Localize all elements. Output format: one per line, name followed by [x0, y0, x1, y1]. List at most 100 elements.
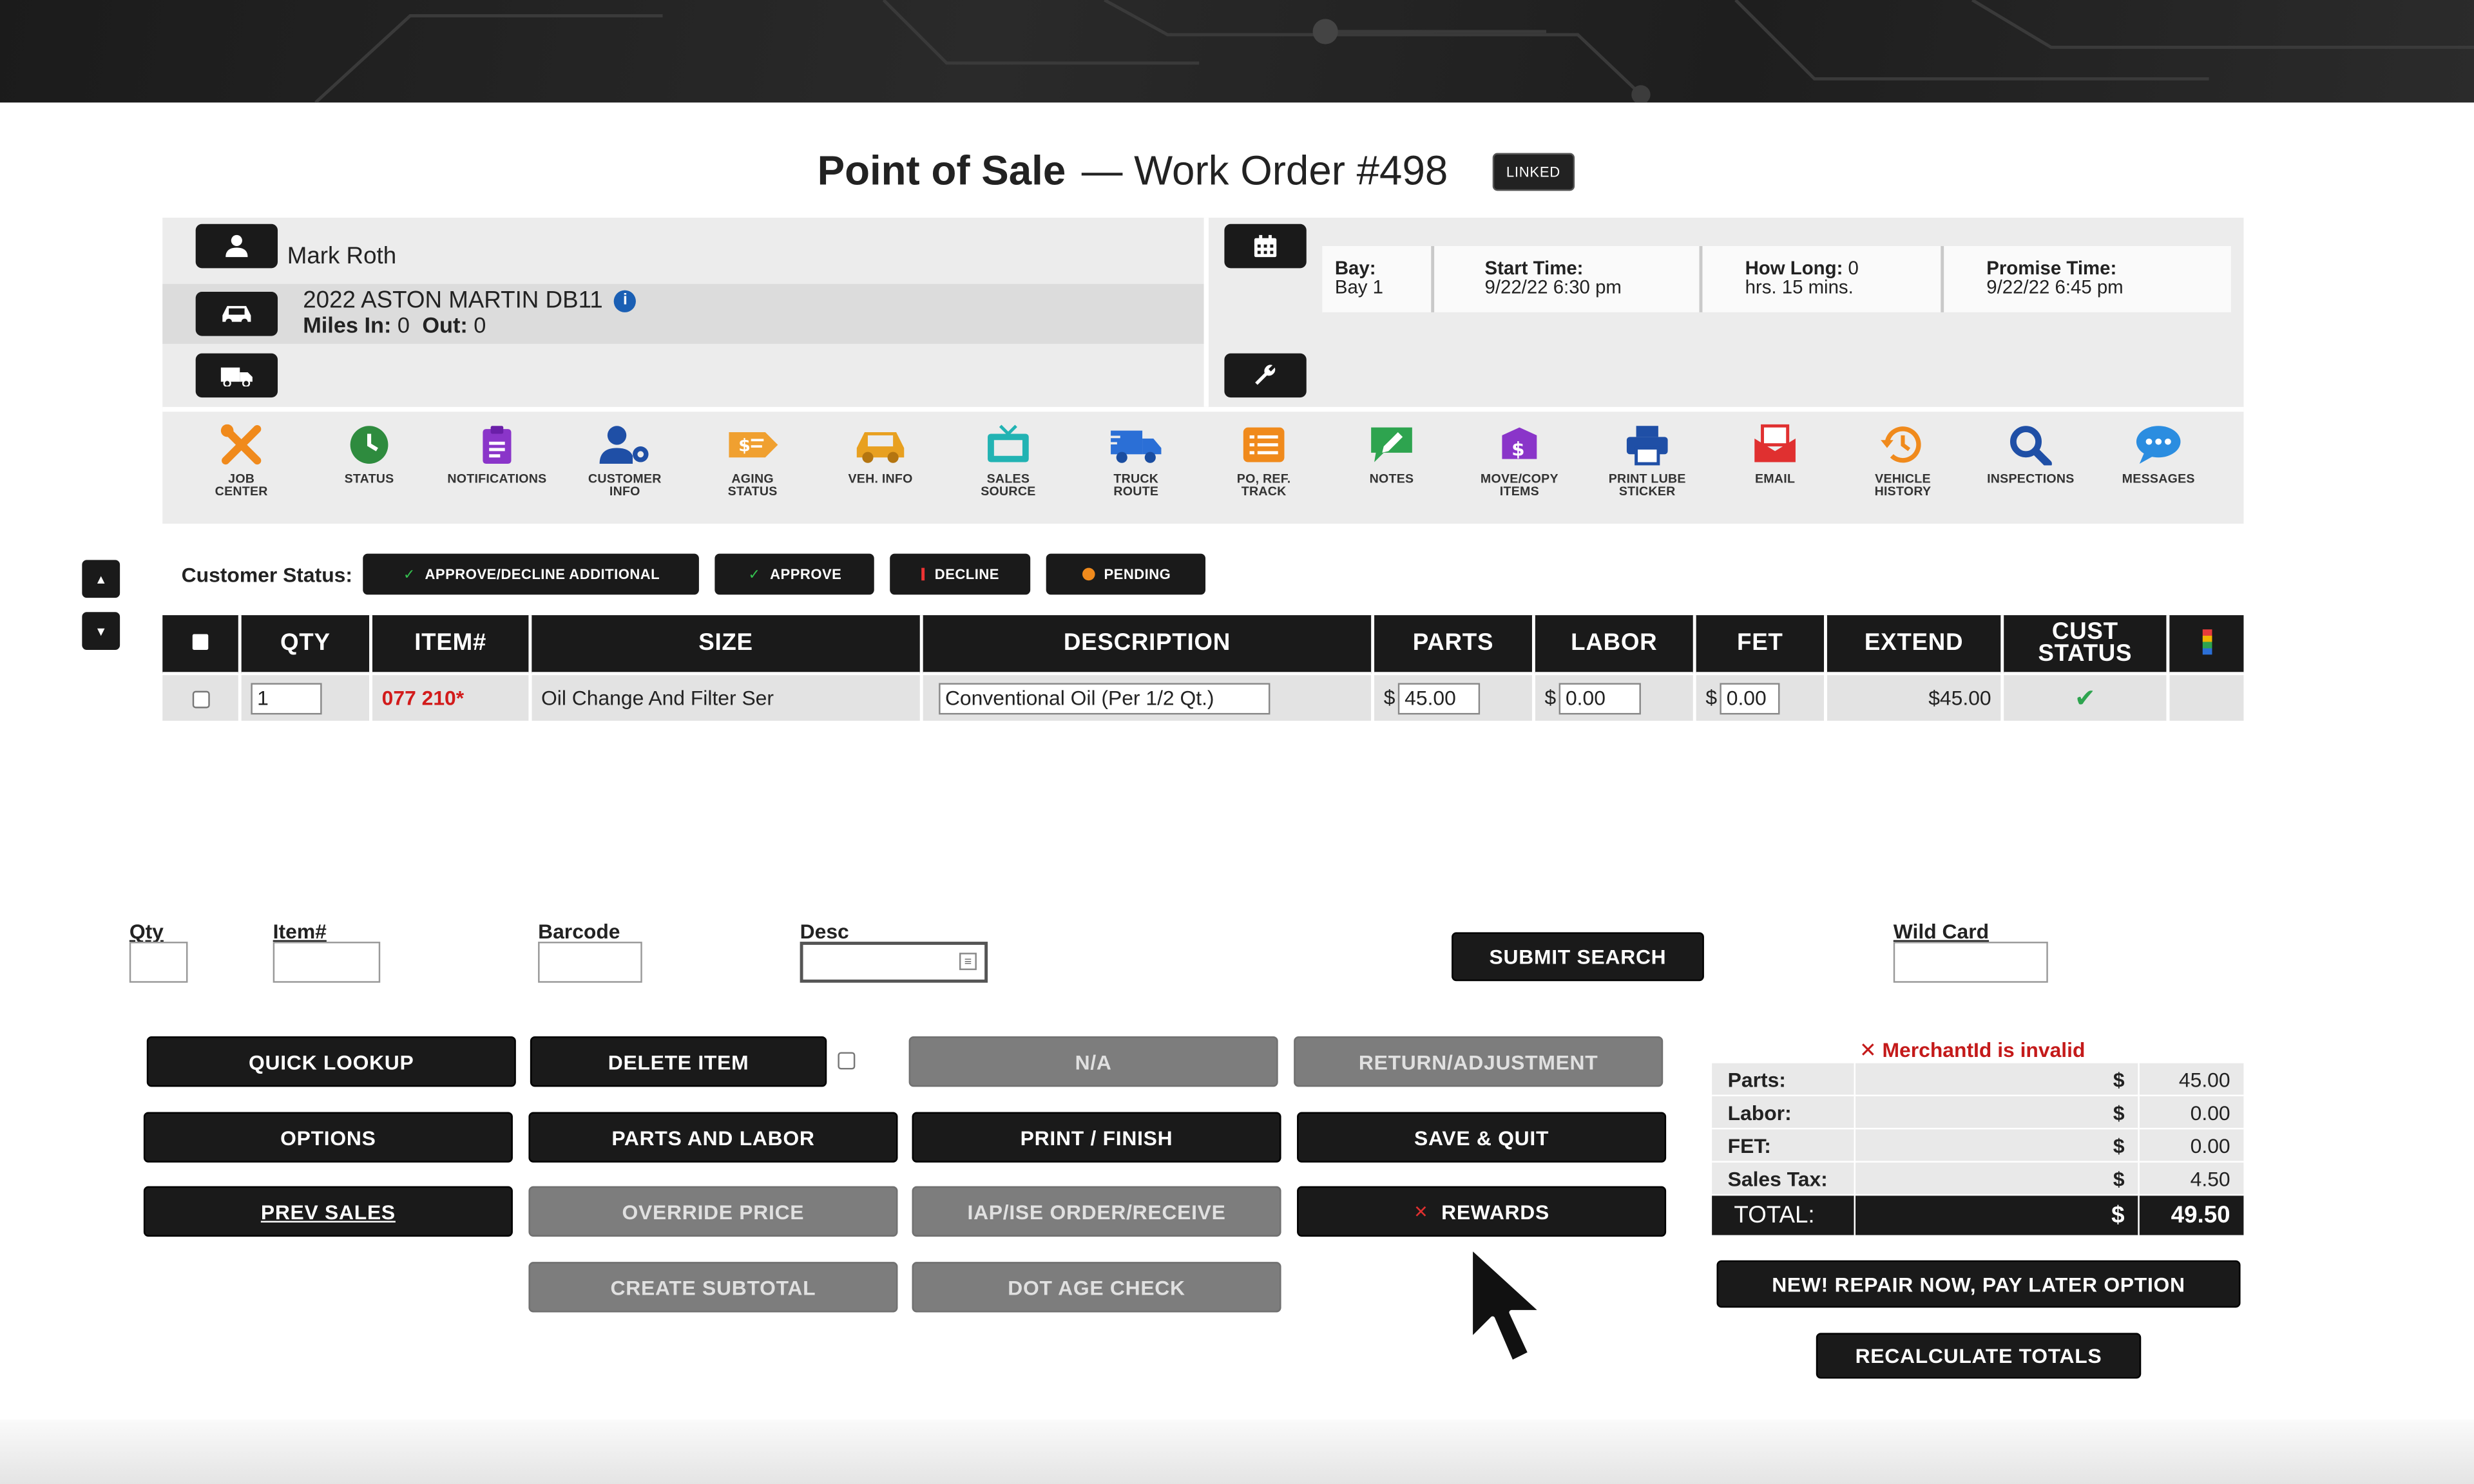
mouse-cursor-icon: [1468, 1244, 1546, 1365]
tv-icon: [988, 424, 1029, 462]
column-header-extend[interactable]: EXTEND: [1825, 615, 2004, 674]
override-price-button[interactable]: OVERRIDE PRICE: [528, 1186, 898, 1237]
toolbar-notifications[interactable]: NOTIFICATIONS: [426, 424, 568, 486]
scroll-up-button[interactable]: ▲: [82, 560, 120, 598]
toolbar-vehicle-history[interactable]: VEHICLE HISTORY: [1832, 424, 1973, 499]
user-gear-icon: [599, 426, 649, 464]
totals-label: FET:: [1712, 1128, 1855, 1162]
options-button[interactable]: OPTIONS: [143, 1112, 513, 1163]
work-order-number: — Work Order #498: [1081, 146, 1448, 195]
column-options-header[interactable]: [2167, 615, 2244, 674]
qty-input[interactable]: 1: [251, 682, 322, 714]
column-header-fet[interactable]: FET: [1694, 615, 1827, 674]
recalculate-totals-button[interactable]: RECALCULATE TOTALS: [1816, 1333, 2142, 1379]
bottom-bar: [0, 1420, 2474, 1484]
labor-price-input[interactable]: 0.00: [1559, 682, 1642, 714]
row-checkbox[interactable]: [191, 690, 209, 709]
toolbar-notes[interactable]: NOTES: [1321, 424, 1462, 486]
scroll-down-button[interactable]: ▼: [82, 612, 120, 650]
quick-lookup-button[interactable]: QUICK LOOKUP: [146, 1036, 516, 1087]
na-button[interactable]: N/A: [908, 1036, 1278, 1087]
vehicle-button[interactable]: [195, 292, 278, 336]
miles-out-label: Out:: [422, 312, 468, 338]
column-header-qty[interactable]: QTY: [240, 615, 372, 674]
item-number[interactable]: 077 210*: [382, 686, 465, 710]
service-button[interactable]: [1224, 353, 1307, 398]
toolbar-truck-route[interactable]: TRUCK ROUTE: [1065, 424, 1207, 499]
print-finish-button[interactable]: PRINT / FINISH: [912, 1112, 1281, 1163]
dollar-sign: $: [1383, 684, 1395, 709]
rewards-button[interactable]: ✕ REWARDS: [1297, 1186, 1667, 1237]
info-icon[interactable]: i: [614, 290, 637, 312]
toolbar-label: VEHICLE HISTORY: [1874, 471, 1932, 499]
item-search-input[interactable]: [273, 942, 381, 983]
iap-ise-order-receive-button[interactable]: IAP/ISE ORDER/RECEIVE: [912, 1186, 1281, 1237]
description-input[interactable]: Conventional Oil (Per 1/2 Qt.): [939, 682, 1271, 714]
delete-item-button[interactable]: DELETE ITEM: [530, 1036, 827, 1087]
parts-and-labor-button[interactable]: PARTS AND LABOR: [528, 1112, 898, 1163]
totals-value: 45.00: [2138, 1061, 2245, 1096]
toolbar-vehicle-info[interactable]: VEH. INFO: [809, 424, 951, 486]
customer-button[interactable]: [195, 224, 278, 269]
approve-decline-additional-button[interactable]: ✓ APPROVE/DECLINE ADDITIONAL: [363, 553, 700, 595]
barcode-search-input[interactable]: [538, 942, 642, 983]
vehicle-description[interactable]: 2022 ASTON MARTIN DB11: [303, 287, 602, 314]
select-all-checkbox[interactable]: [192, 634, 209, 650]
toolbar-aging-status[interactable]: $ AGING STATUS: [682, 424, 823, 499]
pending-button[interactable]: PENDING: [1046, 553, 1206, 595]
toolbar-label: AGING STATUS: [727, 471, 778, 499]
toolbar-inspections[interactable]: INSPECTIONS: [1960, 424, 2102, 486]
chat-icon: [2136, 426, 2181, 464]
prev-sales-button[interactable]: PREV SALES: [143, 1186, 513, 1237]
calendar-button[interactable]: [1224, 224, 1307, 269]
dot-age-check-button[interactable]: DOT AGE CHECK: [912, 1262, 1281, 1313]
create-subtotal-button[interactable]: CREATE SUBTOTAL: [528, 1262, 898, 1313]
decline-button[interactable]: DECLINE: [890, 553, 1031, 595]
work-order-info-panel: Mark Roth 2022 ASTON MARTIN DB11 i Miles…: [162, 217, 2244, 407]
bay-value: Bay 1: [1334, 276, 1383, 298]
toolbar-job-center[interactable]: JOB CENTER: [170, 424, 312, 499]
fet-input[interactable]: 0.00: [1720, 682, 1781, 714]
column-header-description[interactable]: DESCRIPTION: [921, 615, 1375, 674]
toolbar-email[interactable]: EMAIL: [1704, 424, 1846, 486]
qty-search-input[interactable]: [129, 942, 188, 983]
field-options-icon[interactable]: ≡: [959, 953, 977, 971]
toolbar-print-lube-sticker[interactable]: PRINT LUBE STICKER: [1577, 424, 1718, 499]
parts-price-input[interactable]: 45.00: [1398, 682, 1481, 714]
column-header-size[interactable]: SIZE: [530, 615, 923, 674]
column-header-item[interactable]: ITEM#: [370, 615, 532, 674]
size-text: Oil Change And Filter Ser: [541, 686, 774, 710]
toolbar-customer-info[interactable]: CUSTOMER INFO: [554, 424, 696, 499]
toolbar-status[interactable]: STATUS: [298, 424, 440, 486]
return-adjustment-button[interactable]: RETURN/ADJUSTMENT: [1294, 1036, 1664, 1087]
approved-check-icon[interactable]: ✔: [2075, 685, 2096, 712]
column-color-icon[interactable]: [2201, 628, 2212, 654]
save-quit-button[interactable]: SAVE & QUIT: [1297, 1112, 1667, 1163]
totals-table: Parts: $ 45.00 Labor: $ 0.00 FET: $ 0.00…: [1712, 1061, 2245, 1235]
customer-name[interactable]: Mark Roth: [287, 243, 396, 270]
column-header-parts[interactable]: PARTS: [1372, 615, 1535, 674]
desc-search-input[interactable]: ≡: [800, 942, 988, 983]
delete-item-checkbox[interactable]: [838, 1052, 856, 1070]
toolbar-po-ref-track[interactable]: PO, REF. TRACK: [1193, 424, 1334, 499]
toolbar-move-copy-items[interactable]: $ MOVE/COPY ITEMS: [1448, 424, 1590, 499]
toolbar-label: VEH. INFO: [848, 471, 913, 486]
pos-window: Point of Sale — Work Order #498 LINKED M…: [0, 0, 2474, 1484]
linked-badge[interactable]: LINKED: [1491, 152, 1575, 191]
fleet-button[interactable]: [195, 353, 278, 398]
top-banner: [0, 0, 2474, 103]
clock-icon: [350, 426, 388, 464]
totals-currency: $: [1854, 1161, 2139, 1195]
repair-now-pay-later-button[interactable]: NEW! REPAIR NOW, PAY LATER OPTION: [1716, 1260, 2241, 1308]
wildcard-search-input[interactable]: [1893, 942, 2048, 983]
dollar-sign: $: [1705, 684, 1718, 709]
submit-search-button[interactable]: SUBMIT SEARCH: [1452, 932, 1704, 982]
column-header-labor[interactable]: LABOR: [1533, 615, 1696, 674]
select-all-header[interactable]: [162, 615, 242, 674]
toolbar-label: NOTES: [1369, 471, 1414, 486]
column-header-cust-status[interactable]: CUST STATUS: [2002, 615, 2170, 674]
circuit-pattern-decoration: [314, 0, 2474, 103]
toolbar-messages[interactable]: MESSAGES: [2087, 424, 2229, 486]
approve-button[interactable]: ✓ APPROVE: [715, 553, 875, 595]
toolbar-sales-source[interactable]: SALES SOURCE: [937, 424, 1079, 499]
